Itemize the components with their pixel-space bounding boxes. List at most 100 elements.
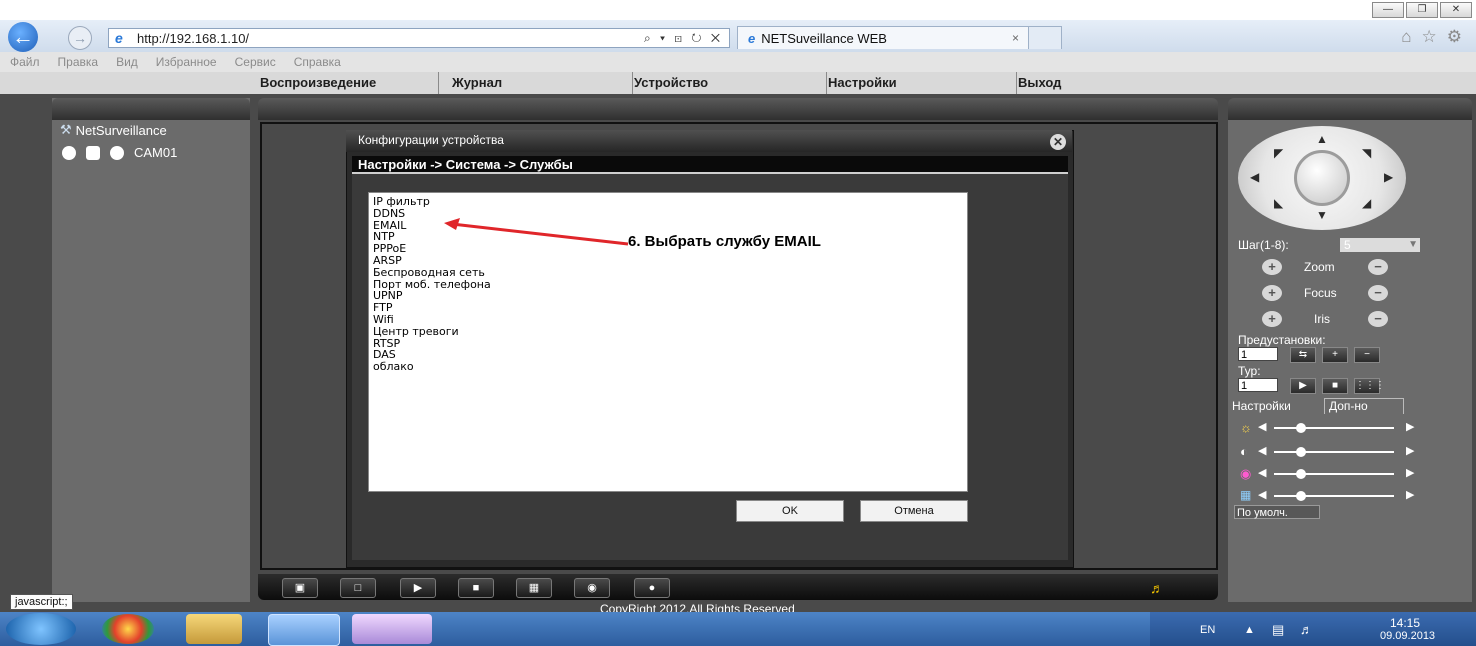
slider-knob[interactable] <box>1296 491 1306 501</box>
ptz-downright-arrow-icon[interactable]: ◢ <box>1362 196 1371 210</box>
home-icon[interactable]: ⌂ <box>1401 27 1411 47</box>
zoom-minus-button[interactable]: − <box>1368 259 1388 275</box>
nav-exit[interactable]: Выход <box>1018 75 1061 90</box>
service-item[interactable]: Центр тревоги <box>373 325 963 338</box>
menu-tools[interactable]: Сервис <box>235 55 276 69</box>
menu-help[interactable]: Справка <box>294 55 341 69</box>
record-all-icon[interactable]: ◉ <box>574 578 610 598</box>
ptz-center-button[interactable] <box>1294 150 1350 206</box>
chrome-icon[interactable] <box>102 614 154 644</box>
service-item[interactable]: Wifi <box>373 314 963 326</box>
service-item[interactable]: IP фильтр <box>373 196 963 208</box>
step-select[interactable]: 5 ▼ <box>1340 238 1420 252</box>
clock-time[interactable]: 14:15 <box>1390 616 1420 630</box>
ptz-down-arrow-icon[interactable]: ▼ <box>1316 208 1328 222</box>
saturation-slider-row[interactable]: ◉ ◀ ▶ <box>1240 466 1418 482</box>
back-button[interactable]: ← <box>8 22 38 52</box>
service-item[interactable]: Беспроводная сеть <box>373 266 963 279</box>
ptz-right-arrow-icon[interactable]: ▶ <box>1384 170 1393 184</box>
brightness-slider-row[interactable]: ☼ ◀ ▶ <box>1240 420 1418 436</box>
preset-remove-button[interactable]: − <box>1354 347 1380 363</box>
url-field[interactable]: e http://192.168.1.10/ ⌕ ▾ ⊡ ↻ ✕ <box>108 28 730 48</box>
tour-grid-button[interactable]: ⋮⋮⋮ <box>1354 378 1385 394</box>
open-all-video-icon[interactable]: ▶ <box>400 578 436 598</box>
slider-knob[interactable] <box>1296 423 1306 433</box>
service-item[interactable]: ARSP <box>373 255 963 267</box>
ptz-up-arrow-icon[interactable]: ▲ <box>1316 132 1328 146</box>
clock-date[interactable]: 09.09.2013 <box>1380 630 1435 642</box>
focus-plus-button[interactable]: + <box>1262 285 1282 301</box>
tour-play-button[interactable]: ▶ <box>1290 378 1316 394</box>
service-item[interactable]: UPNP <box>373 290 963 302</box>
slider-left-arrow-icon[interactable]: ◀ <box>1258 444 1266 457</box>
ptz-upleft-arrow-icon[interactable]: ◤ <box>1274 146 1283 160</box>
service-item[interactable]: FTP <box>373 302 963 314</box>
tray-expand-icon[interactable]: ▲ <box>1244 624 1255 636</box>
ie-taskbar-icon[interactable] <box>268 614 340 646</box>
service-item[interactable]: RTSP <box>373 337 963 350</box>
ptz-downleft-arrow-icon[interactable]: ◣ <box>1274 196 1283 210</box>
tour-stop-button[interactable]: ■ <box>1322 378 1348 394</box>
play-icon[interactable] <box>110 145 124 160</box>
device-tree-root[interactable]: ⚒ NetSurveillance <box>60 122 167 138</box>
slider-track[interactable] <box>1274 473 1394 475</box>
camera-name[interactable]: CAM01 <box>134 145 177 160</box>
tab-close-icon[interactable]: × <box>1012 31 1028 45</box>
slider-right-arrow-icon[interactable]: ▶ <box>1406 444 1414 457</box>
cancel-button[interactable]: Отмена <box>860 500 968 522</box>
slider-track[interactable] <box>1274 451 1394 453</box>
slider-knob[interactable] <box>1296 469 1306 479</box>
menu-favorites[interactable]: Избранное <box>156 55 217 69</box>
snapshot-icon[interactable]: ▦ <box>516 578 552 598</box>
nav-settings[interactable]: Настройки <box>828 75 897 90</box>
service-item[interactable]: Порт моб. телефона <box>373 278 963 291</box>
ptz-left-arrow-icon[interactable]: ◀ <box>1250 170 1259 184</box>
close-all-video-icon[interactable]: ■ <box>458 578 494 598</box>
slider-track[interactable] <box>1274 427 1394 429</box>
camera-row[interactable]: CAM01 <box>62 145 177 160</box>
tab-extra[interactable]: Доп-но <box>1324 398 1404 414</box>
default-button[interactable]: По умолч. <box>1234 505 1320 519</box>
service-item[interactable]: DAS <box>373 349 963 361</box>
hue-slider-row[interactable]: ▦ ◀ ▶ <box>1240 488 1418 504</box>
slider-right-arrow-icon[interactable]: ▶ <box>1406 488 1414 501</box>
url-tools[interactable]: ⌕ ▾ ⊡ ↻ ✕ <box>644 31 729 46</box>
tour-input[interactable]: 1 <box>1238 378 1278 392</box>
volume-icon[interactable]: ♬ <box>1300 622 1313 637</box>
slider-left-arrow-icon[interactable]: ◀ <box>1258 466 1266 479</box>
slider-right-arrow-icon[interactable]: ▶ <box>1406 466 1414 479</box>
network-icon[interactable]: ▤ <box>1272 622 1284 638</box>
paint-icon[interactable] <box>352 614 432 644</box>
dialog-close-icon[interactable]: ✕ <box>1050 134 1066 150</box>
mute-icon[interactable]: ♬ <box>1150 580 1164 596</box>
slider-knob[interactable] <box>1296 447 1306 457</box>
service-item[interactable]: облако <box>373 361 963 373</box>
record-icon[interactable] <box>62 145 76 160</box>
slider-left-arrow-icon[interactable]: ◀ <box>1258 488 1266 501</box>
contrast-slider-row[interactable]: ◐ ◀ ▶ <box>1240 444 1418 460</box>
focus-minus-button[interactable]: − <box>1368 285 1388 301</box>
menu-view[interactable]: Вид <box>116 55 138 69</box>
explorer-folder-icon[interactable] <box>186 614 242 644</box>
menu-file[interactable]: Файл <box>10 55 40 69</box>
browser-tab[interactable]: e NETSuveillance WEB × <box>737 26 1029 49</box>
menu-edit[interactable]: Правка <box>58 55 99 69</box>
nav-playback[interactable]: Воспроизведение <box>260 75 376 90</box>
nav-log[interactable]: Журнал <box>452 75 502 90</box>
forward-button[interactable]: → <box>68 26 92 50</box>
url-text[interactable]: http://192.168.1.10/ <box>137 31 644 46</box>
stop-icon[interactable] <box>86 145 100 160</box>
ok-button[interactable]: OK <box>736 500 844 522</box>
start-button[interactable] <box>6 613 76 645</box>
close-window-button[interactable]: ✕ <box>1440 2 1472 18</box>
minimize-button[interactable]: — <box>1372 2 1404 18</box>
preset-goto-button[interactable]: ⇆ <box>1290 347 1316 363</box>
zoom-plus-button[interactable]: + <box>1262 259 1282 275</box>
language-indicator[interactable]: EN <box>1200 624 1215 636</box>
iris-plus-button[interactable]: + <box>1262 311 1282 327</box>
settings-gear-icon[interactable]: ⚙ <box>1447 27 1462 47</box>
slider-right-arrow-icon[interactable]: ▶ <box>1406 420 1414 433</box>
slider-left-arrow-icon[interactable]: ◀ <box>1258 420 1266 433</box>
preset-input[interactable]: 1 <box>1238 347 1278 361</box>
stop-record-icon[interactable]: ● <box>634 578 670 598</box>
